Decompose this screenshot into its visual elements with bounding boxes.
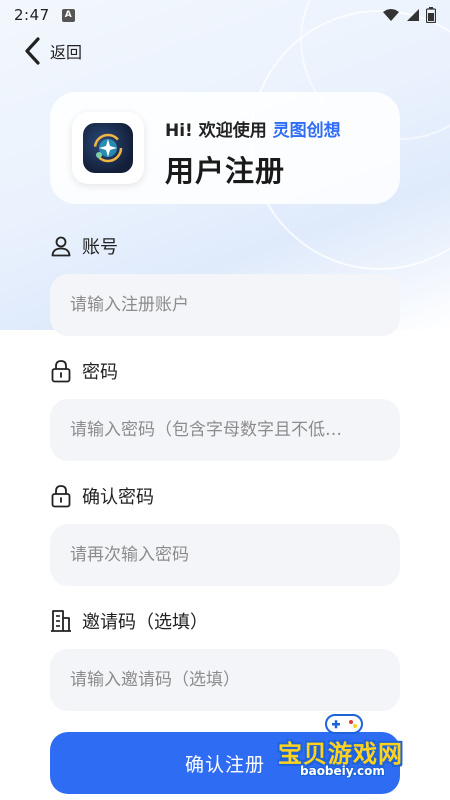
lock-icon [51, 360, 71, 383]
user-icon [51, 236, 71, 257]
chevron-left-icon [25, 37, 40, 65]
gamepad-icon [325, 714, 363, 734]
status-icons [382, 7, 436, 23]
brand-name: 灵图创想 [272, 121, 341, 141]
account-label-row: 账号 [50, 232, 118, 260]
confirm-password-label: 确认密码 [82, 487, 154, 508]
page-title: 用户注册 [165, 154, 286, 188]
signal-icon [407, 9, 419, 21]
notification-badge-icon: A [61, 8, 75, 22]
invite-code-input[interactable] [50, 649, 400, 711]
battery-icon [426, 7, 436, 23]
password-input[interactable] [50, 399, 400, 461]
app-logo [72, 112, 144, 184]
spark-logo-icon [93, 133, 123, 163]
invite-code-label-row: 邀请码（选填） [50, 607, 208, 635]
status-time: 2:47 [14, 6, 50, 24]
wifi-icon [383, 9, 399, 21]
invite-code-label: 邀请码（选填） [82, 612, 208, 633]
confirm-password-input[interactable] [50, 524, 400, 586]
greeting-text: Hi! 欢迎使用 [165, 121, 267, 141]
password-label-row: 密码 [50, 357, 118, 385]
account-label: 账号 [82, 237, 118, 258]
building-icon [51, 610, 71, 632]
status-bar: 2:47 A [0, 0, 450, 30]
watermark-subtitle: baobeiy.com [300, 764, 385, 778]
lock-icon [51, 485, 71, 508]
back-button[interactable]: 返回 [22, 34, 82, 68]
welcome-card: Hi! 欢迎使用 灵图创想 用户注册 [50, 92, 400, 204]
back-label[interactable]: 返回 [50, 39, 82, 63]
app-logo-image [83, 123, 133, 173]
greeting-line: Hi! 欢迎使用 灵图创想 [165, 116, 341, 141]
password-label: 密码 [82, 362, 118, 383]
confirm-password-label-row: 确认密码 [50, 482, 154, 510]
account-input[interactable] [50, 274, 400, 336]
watermark: 宝贝游戏网 baobeiy.com [272, 708, 422, 784]
